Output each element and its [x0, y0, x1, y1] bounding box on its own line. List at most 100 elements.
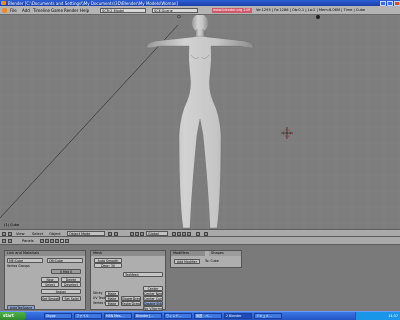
- task-folder[interactable]: ファイル: [74, 313, 102, 319]
- layer-1[interactable]: [172, 231, 176, 236]
- deselect-button[interactable]: Deselect: [61, 282, 81, 287]
- slower-draw-button[interactable]: SlowerDraw: [121, 296, 141, 301]
- light-icon: [177, 15, 181, 19]
- blender-logo-icon: [1, 1, 6, 5]
- window-title: Blender [C:\Documents and Settings\\My D…: [8, 0, 178, 6]
- 3d-cursor-icon[interactable]: [281, 127, 293, 139]
- center-new-button[interactable]: Center New: [143, 291, 163, 296]
- double-sided-toggle[interactable]: Double Sided: [143, 301, 163, 306]
- task-notepad[interactable]: 無題 - ペ...: [194, 313, 222, 319]
- sticky-make-button[interactable]: Make: [105, 291, 119, 296]
- layer-2[interactable]: [177, 231, 181, 236]
- task-blender-group[interactable]: 2 Blender: [224, 313, 252, 319]
- layer-4[interactable]: [187, 231, 191, 236]
- tab-shapes[interactable]: Shapes: [209, 251, 241, 256]
- collapse-menu-icon[interactable]: [8, 231, 12, 236]
- buttons-header: Panels: [0, 237, 400, 245]
- menu-help[interactable]: Help: [80, 8, 89, 13]
- menu-add[interactable]: Add: [22, 8, 30, 13]
- set-solid-button[interactable]: Set Solid: [62, 296, 81, 301]
- scene-tab-icon[interactable]: [65, 238, 69, 243]
- editor-type-icon[interactable]: [2, 231, 6, 236]
- info-header: File Add Timeline Game Render Help SCR:2…: [0, 6, 400, 15]
- task-skype[interactable]: Skype: [44, 313, 72, 319]
- menu-render[interactable]: Render: [64, 8, 78, 13]
- vertex-groups-label: Vertex Groups: [7, 264, 30, 268]
- menu-file[interactable]: File: [10, 8, 17, 13]
- camera-line: [0, 24, 179, 219]
- translate-icon[interactable]: [135, 231, 139, 236]
- blender-url: www.blender.org 249: [212, 7, 252, 13]
- tab-modifiers[interactable]: Modifiers: [171, 251, 205, 256]
- uv-make-button[interactable]: Make: [105, 296, 119, 301]
- auto-smooth-toggle[interactable]: Auto Smooth: [94, 258, 122, 263]
- view-menu[interactable]: View: [16, 232, 25, 236]
- autotexspace-button[interactable]: AutoTexSpace: [7, 305, 35, 310]
- minimize-button[interactable]: [380, 0, 386, 6]
- menu-timeline[interactable]: Timeline: [33, 8, 50, 13]
- editor-type-icon-2[interactable]: [2, 238, 6, 243]
- windows-taskbar: start Skype ファイル MSN Mes... Blender [...…: [0, 311, 400, 320]
- mesh-panel: Mesh Auto Smooth Degr: 30 TexMesh Sticky…: [90, 250, 166, 311]
- viewport-canvas[interactable]: [0, 15, 400, 229]
- orientation-selector[interactable]: Global: [146, 231, 168, 236]
- object-tab-icon[interactable]: [55, 238, 59, 243]
- render-icon[interactable]: [204, 231, 208, 236]
- texmesh-field[interactable]: TexMesh: [123, 272, 163, 277]
- sticky-label: Sticky: [93, 291, 103, 295]
- logic-tab-icon[interactable]: [40, 238, 44, 243]
- mesh-name-field[interactable]: ME:Cube: [7, 258, 43, 263]
- select-menu[interactable]: Select: [32, 232, 43, 236]
- set-smooth-button[interactable]: Set Smooth: [41, 296, 60, 301]
- object-name-field[interactable]: OB:Cube: [47, 258, 83, 263]
- buttons-window: Link and Materials ME:Cube OB:Cube Verte…: [0, 245, 400, 311]
- faster-draw-button[interactable]: FasterDraw: [121, 301, 141, 306]
- active-object-label: (1) Cube: [4, 223, 20, 227]
- delete-button[interactable]: Delete: [61, 277, 81, 282]
- blender-menu-icon[interactable]: [2, 7, 7, 13]
- panels-label[interactable]: Panels: [22, 239, 34, 243]
- object-menu[interactable]: Object: [49, 232, 61, 236]
- collapse-icon-2[interactable]: [8, 238, 12, 243]
- center-cursor-button[interactable]: Center Cursor: [143, 296, 163, 301]
- shading-tab-icon[interactable]: [50, 238, 54, 243]
- add-modifier-button[interactable]: Add Modifier: [174, 259, 200, 264]
- task-window[interactable]: ウィンド...: [164, 313, 192, 319]
- assign-button[interactable]: Assign: [41, 289, 81, 294]
- rotate-icon[interactable]: [140, 231, 144, 236]
- task-blender[interactable]: Blender [...: [134, 313, 162, 319]
- system-tray: 14:37: [355, 312, 400, 320]
- draw-type-icon[interactable]: [108, 231, 112, 236]
- panel-title: Mesh: [91, 251, 165, 256]
- scene-selector[interactable]: SCE:Scene: [152, 7, 198, 13]
- lock-icon[interactable]: [196, 231, 200, 236]
- menu-game[interactable]: Game: [51, 8, 63, 13]
- material-index[interactable]: 0 Mat 0: [51, 269, 81, 274]
- modifier-target-label: To: Cube: [205, 259, 219, 263]
- 3d-viewport[interactable]: [0, 15, 400, 229]
- select-button[interactable]: Select: [41, 282, 59, 287]
- layer-3[interactable]: [182, 231, 186, 236]
- degr-field[interactable]: Degr: 30: [94, 263, 122, 268]
- start-button[interactable]: start: [0, 312, 26, 320]
- center-button[interactable]: Center: [143, 286, 163, 291]
- 3d-view-header: View Select Object Object Mode Global: [0, 229, 400, 237]
- script-tab-icon[interactable]: [45, 238, 49, 243]
- pivot-icon[interactable]: [114, 231, 118, 236]
- scene-stats: Ve:1295 | Fa:1286 | Ob:0-1 | La:2 | Mem:…: [256, 8, 366, 12]
- task-documents[interactable]: ドキュメ...: [254, 313, 282, 319]
- task-msn[interactable]: MSN Mes...: [104, 313, 132, 319]
- manipulator-icon[interactable]: [130, 231, 134, 236]
- editing-tab-icon[interactable]: [60, 238, 64, 243]
- link-materials-panel: Link and Materials ME:Cube OB:Cube Verte…: [4, 250, 86, 310]
- new-button[interactable]: New: [41, 277, 59, 282]
- clock: 14:37: [388, 313, 398, 318]
- close-button[interactable]: [394, 0, 400, 6]
- screen-selector[interactable]: SCR:2-Model: [100, 7, 146, 13]
- mode-selector[interactable]: Object Mode: [67, 231, 105, 236]
- modifiers-panel: Modifiers Shapes Add Modifier To: Cube: [170, 250, 242, 268]
- panel-title: Link and Materials: [5, 251, 85, 256]
- vcol-make-button[interactable]: Make: [105, 301, 119, 306]
- maximize-button[interactable]: [387, 0, 393, 6]
- no-v-normal-flip-toggle[interactable]: No V.Normal Flip: [143, 306, 163, 311]
